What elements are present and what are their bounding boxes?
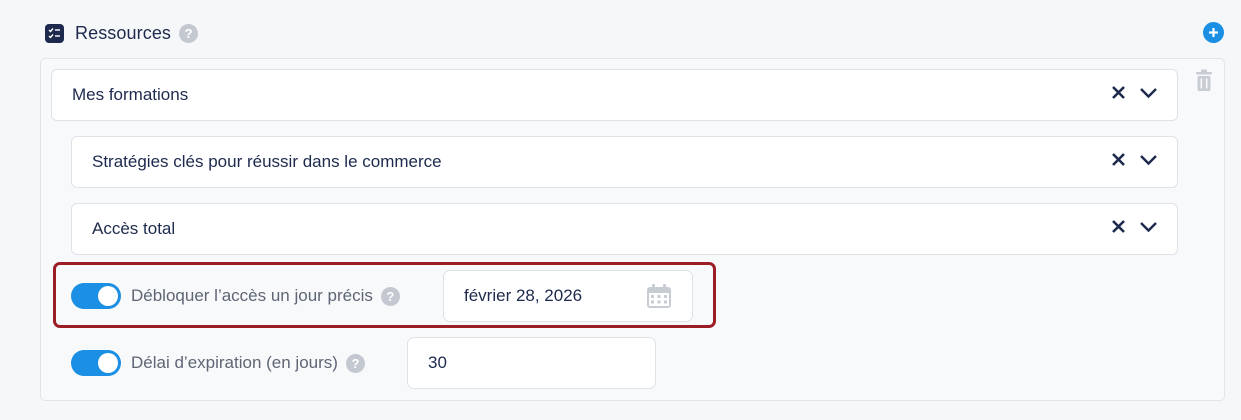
chevron-down-icon[interactable] (1139, 153, 1158, 171)
unlock-toggle[interactable] (71, 283, 121, 309)
clear-icon[interactable] (1111, 152, 1126, 172)
toggle-knob (98, 353, 118, 373)
unlock-date-field[interactable]: février 28, 2026 (443, 270, 693, 322)
course-select-value: Stratégies clés pour réussir dans le com… (92, 152, 442, 171)
expiration-label: Délai d’expiration (en jours) (131, 353, 338, 372)
clear-icon[interactable] (1111, 85, 1126, 105)
unlock-row: Débloquer l’accès un jour précis ? (71, 283, 400, 309)
expiration-days-input[interactable]: 30 (407, 337, 656, 389)
calendar-icon[interactable] (646, 283, 672, 309)
help-icon[interactable]: ? (179, 23, 199, 43)
help-icon[interactable]: ? (345, 353, 365, 373)
section-header: Ressources ? (45, 20, 199, 46)
unlock-date-value: février 28, 2026 (464, 286, 583, 305)
access-select[interactable]: Accès total (71, 203, 1178, 255)
section-title: Ressources (75, 22, 172, 43)
unlock-label: Débloquer l’accès un jour précis (131, 286, 373, 305)
delete-resource-button[interactable] (1194, 69, 1214, 93)
checklist-icon (45, 23, 64, 43)
formation-select-value: Mes formations (72, 85, 189, 104)
resources-panel: Ressources ? Mes formations Stratégies c… (0, 0, 1241, 420)
expiration-days-value: 30 (428, 353, 447, 372)
expiration-row: Délai d’expiration (en jours) ? (71, 350, 365, 376)
clear-icon[interactable] (1111, 219, 1126, 239)
help-icon[interactable]: ? (380, 286, 400, 306)
formation-select[interactable]: Mes formations (51, 69, 1178, 121)
access-select-value: Accès total (92, 219, 176, 238)
add-resource-button[interactable] (1203, 22, 1224, 43)
course-select[interactable]: Stratégies clés pour réussir dans le com… (71, 136, 1178, 188)
chevron-down-icon[interactable] (1139, 220, 1158, 238)
chevron-down-icon[interactable] (1139, 86, 1158, 104)
expiration-toggle[interactable] (71, 350, 121, 376)
toggle-knob (98, 286, 118, 306)
